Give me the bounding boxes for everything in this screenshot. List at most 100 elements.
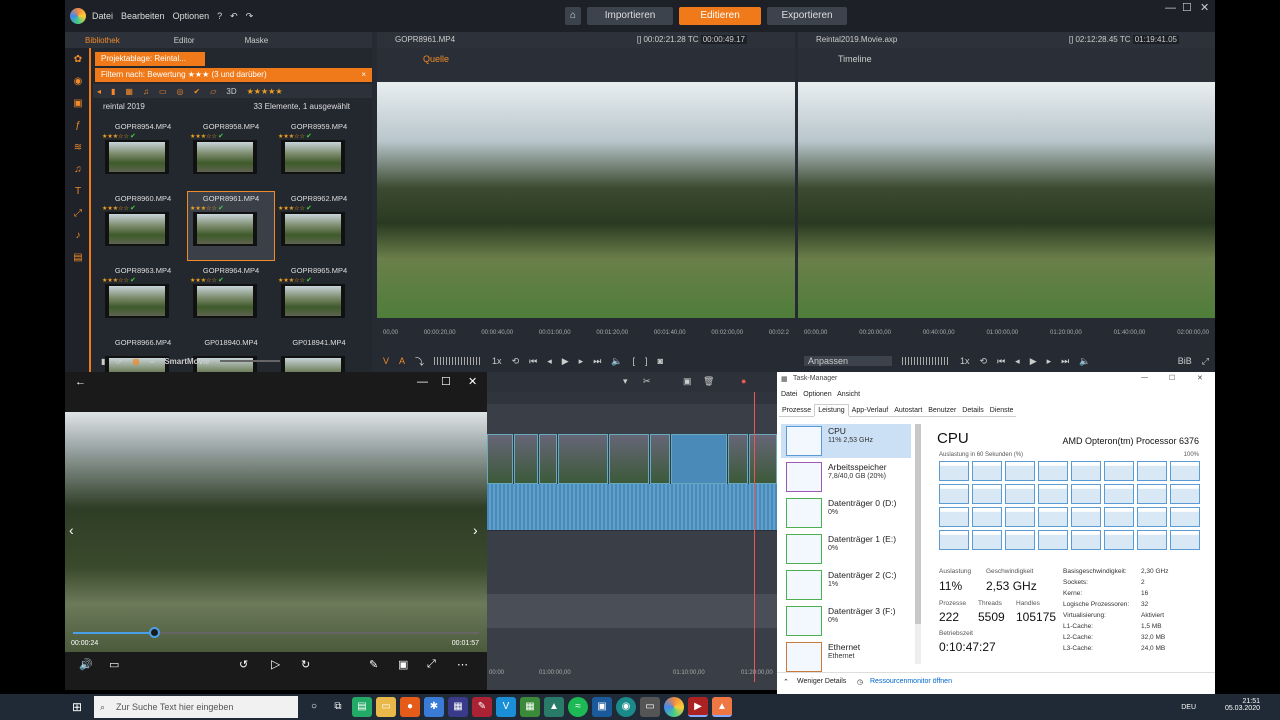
fewer-details-icon[interactable]: ⌃ — [783, 678, 789, 686]
go-start-icon[interactable]: ⏮ — [997, 356, 1005, 367]
timeline-clip[interactable] — [514, 434, 538, 484]
go-start-icon[interactable]: ⏮ — [529, 356, 537, 367]
close-icon[interactable]: ✕ — [1197, 374, 1203, 382]
list-view-icon[interactable]: ≡ — [150, 357, 155, 366]
resource-item[interactable]: Datenträger 1 (E:) 0% — [781, 532, 911, 566]
rating-stars[interactable]: ★★★☆☆ — [102, 133, 129, 140]
timeline-ruler[interactable]: 00:00,00 00:20:00,00 00:40:00,00 01:00:00,0… — [804, 330, 1209, 340]
video-toggle[interactable]: V — [383, 356, 389, 366]
app-icon[interactable]: ▲ — [712, 697, 732, 717]
task-view-icon[interactable]: ⧉ — [328, 697, 348, 717]
monitor-icon[interactable]: ▣ — [683, 376, 692, 387]
step-back-icon[interactable]: ◂ — [547, 356, 552, 367]
folder-name[interactable]: reintal 2019 — [103, 102, 145, 111]
volume-icon[interactable]: 🔈 — [1079, 356, 1090, 367]
motion-icon[interactable]: ⤢ — [70, 208, 86, 222]
rating-stars[interactable]: ★★★☆☆ — [190, 205, 217, 212]
next-icon[interactable]: › — [473, 522, 478, 538]
audio-icon[interactable]: ♪ — [70, 230, 86, 244]
fullscreen-icon[interactable]: ⤢ — [1202, 356, 1209, 367]
audio-waveform-track[interactable] — [487, 484, 777, 530]
source-ruler[interactable]: 00,00 00:00:20,00 00:00:40,00 00:01:00,00 00… — [383, 330, 789, 340]
tab-maske[interactable]: Maske — [235, 36, 279, 45]
app-icon[interactable]: ◉ — [616, 697, 636, 717]
resource-item[interactable]: Datenträger 2 (C:) 1% — [781, 568, 911, 602]
play-icon[interactable]: ▶ — [562, 356, 569, 367]
title-icon[interactable]: T — [70, 186, 86, 200]
app-icon[interactable]: ▭ — [640, 697, 660, 717]
empty-track[interactable] — [487, 594, 777, 628]
tab-prozesse[interactable]: Prozesse — [779, 405, 815, 417]
music-filter-icon[interactable]: ♫ — [143, 87, 149, 96]
folder-icon[interactable]: ▣ — [70, 98, 86, 112]
edit-icon[interactable]: ✎ — [369, 658, 378, 671]
redo-icon[interactable]: ↷ — [246, 11, 254, 22]
timeline-clip[interactable] — [650, 434, 670, 484]
maximize-icon[interactable]: ☐ — [1182, 1, 1192, 14]
threed-filter[interactable]: 3D — [226, 87, 236, 96]
shuttle-icon[interactable] — [902, 357, 950, 365]
step-forward-icon[interactable]: ▸ — [579, 356, 584, 367]
close-icon[interactable]: ✕ — [468, 375, 477, 388]
timeline-title[interactable]: Timeline — [838, 54, 872, 64]
maximize-icon[interactable]: ☐ — [441, 375, 451, 388]
minimize-icon[interactable]: — — [417, 376, 428, 388]
library-thumbnail[interactable]: GOPR8964.MP4 ★★★☆☆ ✔ — [188, 264, 274, 332]
clock-date[interactable]: 05.03.2020 — [1225, 705, 1260, 712]
rating-filter-icon[interactable]: ★★★★★ — [247, 87, 283, 96]
empty-track[interactable] — [487, 530, 777, 570]
close-icon[interactable]: ✕ — [1200, 1, 1209, 14]
disc-filter-icon[interactable]: ◎ — [177, 87, 184, 96]
effects-icon[interactable]: ƒ — [70, 120, 86, 134]
menu-optionen[interactable]: Optionen — [173, 11, 210, 21]
tab-importieren[interactable]: Importieren — [587, 7, 674, 25]
rating-stars[interactable]: ★★★☆☆ — [102, 277, 129, 284]
app-icon[interactable]: ▣ — [592, 697, 612, 717]
loop-icon[interactable]: ⟲ — [980, 356, 988, 367]
library-thumbnail[interactable]: GOPR8962.MP4 ★★★☆☆ ✔ — [276, 192, 362, 260]
timeline-clip[interactable] — [671, 434, 727, 484]
resource-item[interactable]: Ethernet Ethernet — [781, 640, 911, 674]
timeline-clip[interactable] — [558, 434, 608, 484]
tab-editor[interactable]: Editor — [164, 36, 205, 45]
tm-menu-datei[interactable]: Datei — [781, 391, 797, 398]
grid-view-icon[interactable]: ▦ — [132, 357, 140, 366]
seek-bar[interactable] — [73, 627, 479, 638]
tab-app-verlauf[interactable]: App-Verlauf — [848, 405, 892, 417]
resource-item[interactable]: Arbeitsspeicher 7,8/40,0 GB (20%) — [781, 460, 911, 494]
scrub-icon[interactable]: ⤵ — [415, 355, 424, 368]
razor-icon[interactable]: ✂ — [643, 376, 651, 387]
step-back-icon[interactable]: ◂ — [1015, 356, 1020, 367]
smartmovie-button[interactable]: SmartMovie — [164, 357, 209, 366]
app-icon[interactable]: ▲ — [544, 697, 564, 717]
source-preview[interactable] — [377, 82, 795, 318]
shuttle-icon[interactable] — [434, 357, 483, 365]
rewind-10-icon[interactable]: ↺ — [239, 658, 248, 671]
back-icon[interactable]: ◂ — [97, 87, 101, 96]
play-icon[interactable]: ▷ — [271, 657, 280, 671]
language-indicator[interactable]: DEU — [1181, 704, 1196, 711]
pip-button[interactable]: BiB — [1178, 356, 1192, 366]
clock-time[interactable]: 21:51 — [1225, 698, 1260, 705]
rating-stars[interactable]: ★★★☆☆ — [190, 277, 217, 284]
bin-icon[interactable]: ▮ — [101, 357, 105, 366]
timeline-preview[interactable] — [798, 82, 1215, 318]
sync-icon[interactable]: ⟳ — [115, 357, 122, 366]
rating-stars[interactable]: ★★★☆☆ — [190, 133, 217, 140]
spotify-icon[interactable]: ≈ — [568, 697, 588, 717]
tab-leistung[interactable]: Leistung — [814, 404, 849, 416]
pinnacle-icon[interactable] — [664, 697, 684, 717]
resource-item[interactable]: CPU 11% 2,53 GHz — [781, 424, 911, 458]
timeline-clip[interactable] — [609, 434, 649, 484]
firefox-icon[interactable]: ● — [400, 697, 420, 717]
library-thumbnail[interactable]: GOPR8959.MP4 ★★★☆☆ ✔ — [276, 120, 362, 188]
undo-icon[interactable]: ↶ — [230, 11, 238, 22]
montage-icon[interactable]: ▤ — [70, 252, 86, 266]
subtitles-icon[interactable]: ▭ — [109, 658, 119, 671]
mark-in-icon[interactable]: [ — [633, 356, 636, 366]
go-end-icon[interactable]: ⏭ — [1061, 356, 1069, 367]
fewer-details-link[interactable]: Weniger Details — [797, 678, 846, 685]
store-icon[interactable]: ▤ — [352, 697, 372, 717]
filter-close-icon[interactable]: × — [361, 68, 366, 82]
source-tc[interactable]: 00:00:49.17 — [700, 35, 747, 44]
